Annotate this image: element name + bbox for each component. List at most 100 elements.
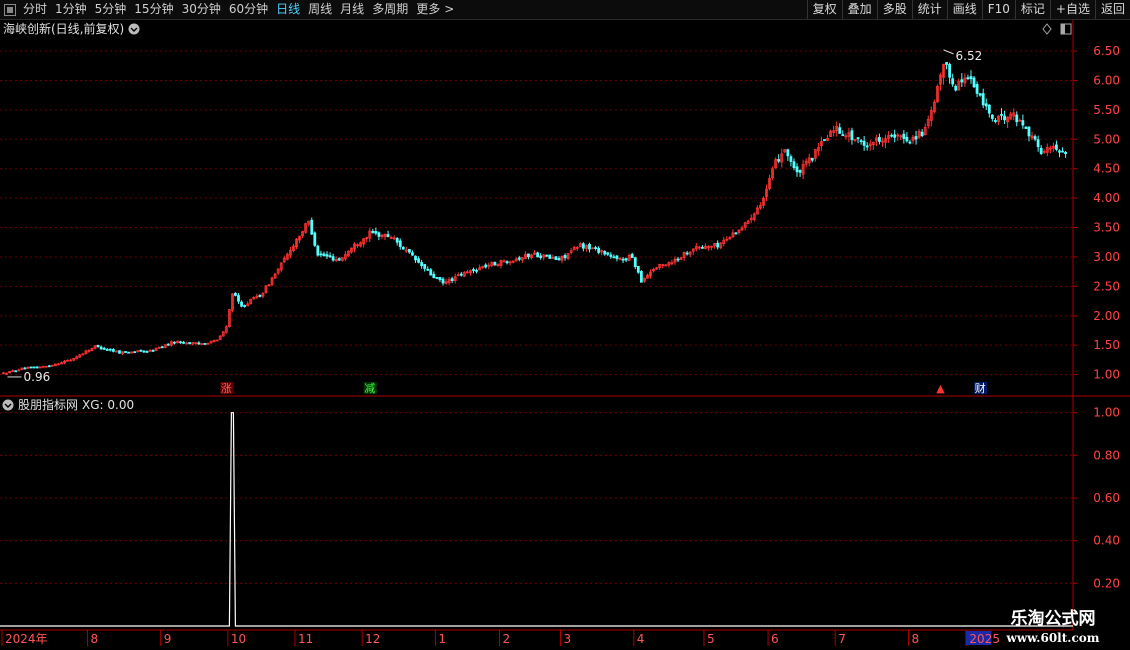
panel-menu-icon[interactable] [4, 3, 16, 16]
more-arrow-icon[interactable]: > [444, 0, 458, 19]
candle-body [450, 278, 454, 281]
price-tick-label: 6.50 [1093, 44, 1120, 58]
main-chart-title: 海峡创新(日线,前复权) [3, 21, 124, 36]
toolbar-button-8[interactable]: 返回 [1094, 0, 1130, 19]
candle-body [411, 252, 414, 256]
candle-body [310, 219, 314, 235]
price-tick-label: 2.50 [1093, 279, 1120, 293]
title-dropdown-icon[interactable] [128, 23, 140, 35]
candle-body [554, 256, 558, 260]
candle-body [29, 366, 33, 369]
candle-body [166, 343, 170, 346]
candle-body [1021, 120, 1025, 126]
toolbar-button-2[interactable]: 多股 [876, 0, 912, 19]
candle-body [536, 252, 539, 258]
candle-body [1015, 114, 1019, 123]
candle-body [609, 254, 613, 257]
toolbar-button-3[interactable]: 统计 [911, 0, 947, 19]
candle-body [1003, 115, 1006, 121]
date-tick-label: 8 [90, 632, 98, 646]
tab-period-0[interactable]: 分时 [19, 0, 51, 19]
candle-body [438, 276, 442, 280]
candle-body [319, 253, 323, 256]
date-tick-label: 2024年 [5, 632, 48, 646]
candle-body [423, 264, 427, 269]
date-axis: 2024年 8 9 10 11 12 1 2 3 4 5 6 7 8 2025 [1, 630, 1000, 646]
tab-period-2[interactable]: 5分钟 [91, 0, 131, 19]
kline-chart: 1.00 1.50 2.00 2.50 3.00 3.50 4.00 4.50 5.00 5.50… [0, 20, 1130, 646]
indicator-tick-label: 0.60 [1093, 491, 1120, 505]
price-tick-label: 6.00 [1093, 73, 1120, 87]
candle-body [798, 170, 802, 173]
toolbar-button-5[interactable]: F10 [981, 0, 1015, 19]
candle-body [322, 253, 326, 257]
toolbar-button-1[interactable]: 叠加 [841, 0, 877, 19]
tab-period-1[interactable]: 1分钟 [51, 0, 91, 19]
toolbar-buttons: 复权 叠加 多股 统计 画线 F10 标记 +自选 返回 [806, 0, 1130, 19]
indicator-tick-label: 0.20 [1093, 576, 1120, 590]
candle-body [588, 243, 591, 250]
candle-body [615, 255, 619, 259]
candle-body [865, 145, 869, 148]
candle-body [1058, 150, 1061, 153]
candle-body [414, 255, 417, 261]
candle-body [969, 76, 973, 80]
candle-body [484, 264, 488, 268]
candle-body [639, 271, 643, 283]
tab-period-4[interactable]: 30分钟 [178, 0, 225, 19]
candle-body [475, 269, 478, 272]
candle-body [557, 258, 561, 261]
toolbar-button-4[interactable]: 画线 [946, 0, 982, 19]
tab-period-6[interactable]: 日线 [272, 0, 304, 19]
candle-body [987, 104, 991, 114]
candle-body [377, 232, 381, 237]
candle-body [371, 230, 375, 234]
indicator-value: XG: 0.00 [82, 398, 134, 412]
toolbar-button-6[interactable]: 标记 [1014, 0, 1050, 19]
date-tick-label: 1 [438, 632, 446, 646]
candle-body [633, 257, 637, 268]
indicator-tick-label: 0.80 [1093, 448, 1120, 462]
candle-body [432, 273, 436, 279]
candle-body [701, 246, 704, 249]
toolbar-button-0[interactable]: 复权 [806, 0, 842, 19]
candle-body [240, 301, 243, 307]
candle-body [35, 366, 39, 369]
candle-body [612, 256, 616, 259]
candle-body [636, 265, 640, 273]
candle-body [426, 268, 430, 271]
candle-body [1061, 150, 1064, 153]
toolbar-button-7[interactable]: +自选 [1049, 0, 1095, 19]
candle-body [374, 230, 378, 234]
price-tick-label: 5.50 [1093, 103, 1120, 117]
candle-body [685, 252, 689, 255]
candle-body [505, 261, 509, 264]
candle-body [316, 245, 320, 256]
candle-body [429, 269, 433, 276]
tab-period-5[interactable]: 60分钟 [225, 0, 272, 19]
tab-period-9[interactable]: 多周期 [368, 0, 412, 19]
candle-body [237, 295, 240, 302]
candle-body [493, 261, 497, 266]
candle-body [908, 141, 912, 144]
candle-body [96, 344, 100, 348]
indicator-dropdown-icon[interactable] [2, 399, 14, 411]
candle-body [630, 253, 634, 258]
tab-period-10[interactable]: 更多 [412, 0, 444, 19]
tab-period-7[interactable]: 周线 [304, 0, 336, 19]
indicator-tick-label: 0.40 [1093, 534, 1120, 548]
indicator-pane: 0.20 0.40 0.60 0.80 1.00 [0, 406, 1120, 631]
candle-body [597, 247, 601, 253]
high-marker-arrow [943, 49, 954, 55]
tab-period-8[interactable]: 月线 [336, 0, 368, 19]
candle-body [862, 140, 866, 146]
tab-period-3[interactable]: 15分钟 [130, 0, 177, 19]
candle-body [945, 62, 948, 65]
candle-body [395, 237, 399, 243]
diamond-icon[interactable] [1042, 23, 1052, 35]
candle-body [124, 351, 127, 353]
candle-body [823, 139, 826, 141]
candle-body [14, 370, 18, 373]
candle-body [716, 242, 720, 248]
candle-body [197, 342, 201, 345]
